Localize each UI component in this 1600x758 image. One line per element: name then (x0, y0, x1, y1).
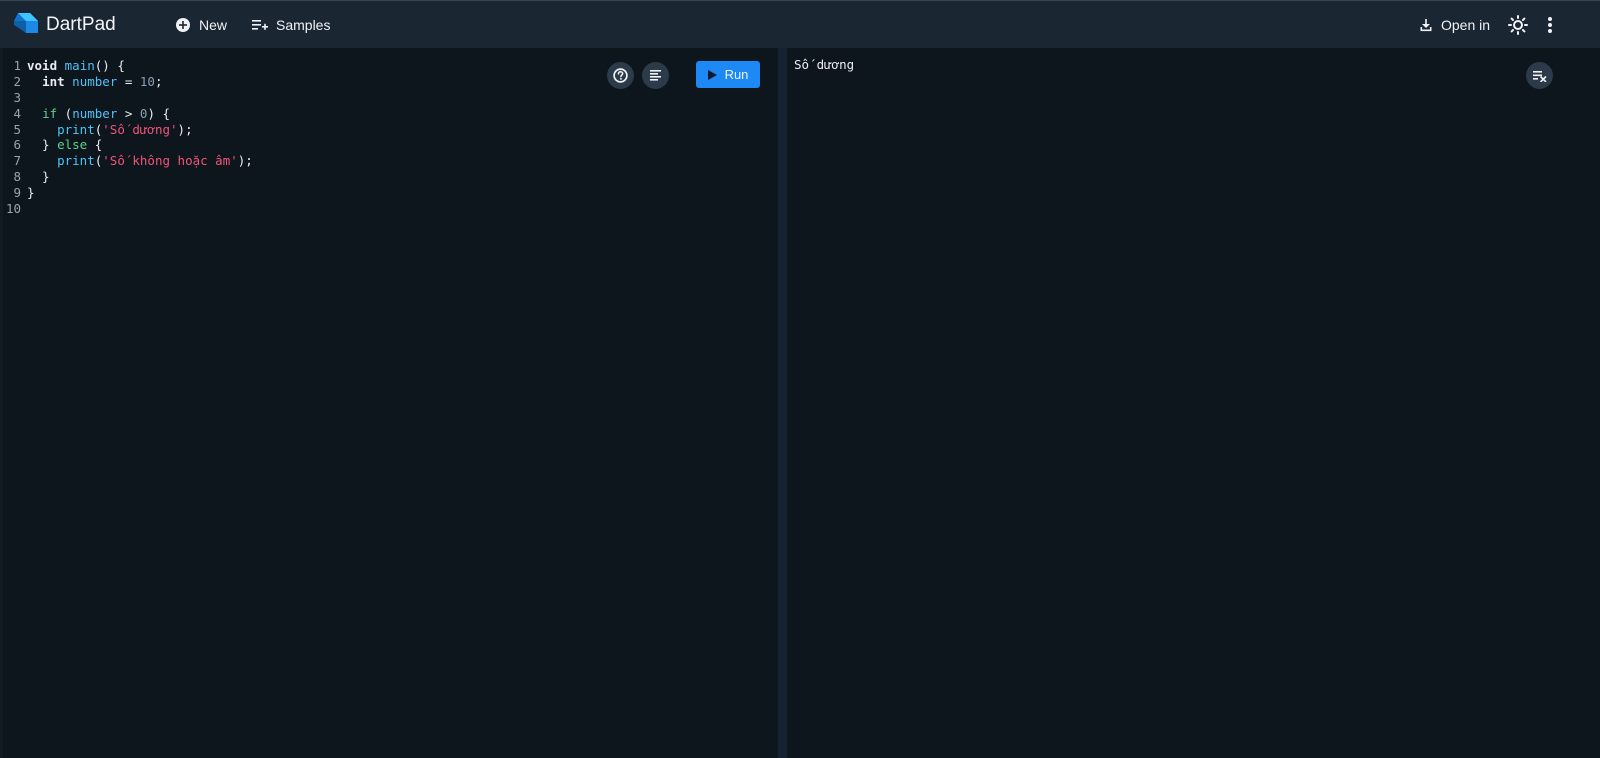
code-lines[interactable]: 1 void main() {2 int number = 10; 3 4 if (n… (0, 58, 253, 217)
code-token: ) { (147, 105, 171, 121)
code-line[interactable]: 8 } (0, 169, 253, 185)
new-button[interactable]: New (175, 15, 227, 35)
line-number: 3 (13, 89, 21, 105)
code-token: } (27, 185, 35, 201)
run-button-label: Run (724, 67, 749, 82)
output-text: Số dương (794, 57, 855, 72)
code-token: if (42, 105, 58, 121)
code-token: 10 (139, 73, 155, 89)
clear-output-icon (1532, 70, 1546, 82)
code-line[interactable]: 4 if (number > 0) { (0, 106, 253, 122)
help-button[interactable] (607, 62, 634, 89)
add-circle-icon (176, 18, 190, 32)
app-title[interactable]: DartPad (46, 14, 116, 36)
open-in-button[interactable]: Open in (1419, 15, 1490, 35)
line-source: print('Số không hoặc âm'); (27, 153, 253, 169)
code-token: print (57, 121, 95, 137)
line-number: 10 (5, 201, 21, 217)
code-line[interactable]: 5 print('Số dương'); (0, 122, 253, 138)
code-token: = (117, 73, 140, 89)
line-source: if (number > 0) { (27, 106, 170, 122)
code-token: int (42, 73, 65, 89)
code-token: { (87, 137, 103, 153)
help-icon (613, 68, 628, 83)
code-editor[interactable]: 1 void main() {2 int number = 10; 3 4 if (n… (0, 48, 778, 758)
clear-console-button[interactable] (1526, 62, 1553, 89)
code-token: else (57, 137, 88, 153)
code-line[interactable]: 6 } else { (0, 137, 253, 153)
code-token: } (27, 169, 50, 185)
line-source: } (27, 185, 35, 201)
line-number: 2 (13, 73, 21, 89)
code-token: ); (177, 121, 193, 137)
code-token: ( (57, 105, 73, 121)
sun-icon[interactable] (1508, 15, 1528, 35)
line-number: 4 (13, 105, 21, 121)
line-number: 7 (13, 153, 21, 169)
code-token: > (117, 105, 140, 121)
code-line[interactable]: 1 void main() { (0, 58, 253, 74)
line-number: 5 (13, 121, 21, 137)
code-token: 'Số dương' (102, 121, 178, 137)
download-icon (1420, 19, 1432, 32)
code-line[interactable]: 9} (0, 185, 253, 201)
top-app-bar: DartPad New Samples Open in (0, 0, 1600, 48)
line-source: print('Số dương'); (27, 122, 193, 138)
line-number: 1 (13, 58, 21, 73)
line-source: int number = 10; (27, 73, 163, 90)
samples-button[interactable]: Samples (252, 15, 330, 35)
code-token: main (64, 58, 95, 73)
new-button-label: New (199, 17, 228, 33)
line-source: } else { (27, 137, 102, 153)
more-vert-icon[interactable] (1546, 15, 1554, 35)
line-source: void main() { (27, 58, 125, 74)
line-number: 9 (13, 185, 21, 201)
code-line[interactable]: 2 int number = 10; (0, 74, 253, 90)
code-token: ; (154, 73, 163, 89)
code-line[interactable]: 7 print('Số không hoặc âm'); (0, 153, 253, 169)
line-source: } (27, 169, 50, 185)
samples-button-label: Samples (276, 17, 331, 33)
code-token: } (27, 137, 58, 153)
dart-logo-icon (14, 13, 38, 33)
code-token: () { (94, 58, 125, 73)
code-line[interactable]: 3 (0, 90, 253, 106)
console-output: Số dương (787, 48, 1600, 758)
format-align-icon (650, 70, 661, 81)
code-token: number (72, 73, 118, 89)
playlist-add-icon (252, 20, 268, 30)
code-token: number (72, 105, 118, 121)
format-button[interactable] (642, 62, 669, 89)
line-number: 6 (13, 137, 21, 153)
pane-divider[interactable] (778, 48, 787, 758)
code-token: void (27, 58, 58, 73)
code-token: ); (237, 153, 253, 169)
run-button[interactable]: Run (696, 61, 760, 88)
code-token: 'Số không hoặc âm' (102, 153, 238, 169)
code-line[interactable]: 10 (0, 201, 253, 217)
open-in-label: Open in (1441, 17, 1491, 33)
play-icon (707, 69, 717, 80)
line-number: 8 (13, 169, 21, 185)
code-token: print (57, 153, 95, 169)
